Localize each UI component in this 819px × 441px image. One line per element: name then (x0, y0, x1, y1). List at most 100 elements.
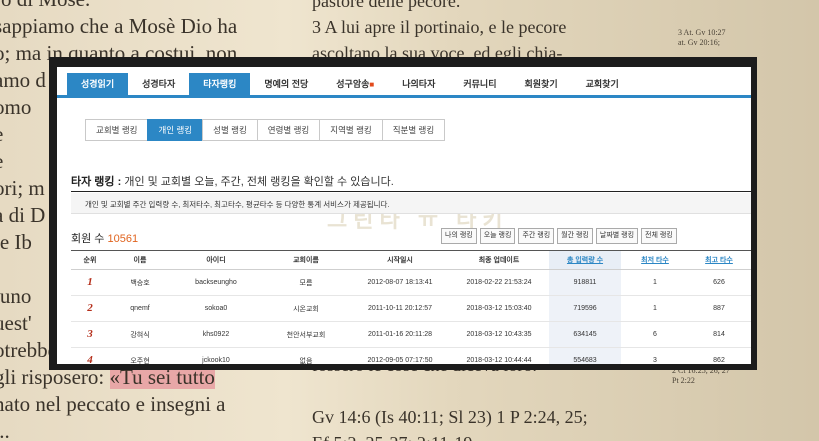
intro-text: 타자 랭킹 : 개인 및 교회별 오늘, 주간, 전체 랭킹을 확인할 수 있습… (71, 173, 394, 189)
cell-min: 1 (621, 295, 689, 322)
bible-margin-notes-top: 3 At. Gv 10:27 at. Gv 20:16; (678, 28, 726, 48)
nav-item-label: 교회찾기 (585, 79, 619, 89)
nav-item-0[interactable]: 성경읽기 (67, 73, 129, 95)
cell-total: 918811 (549, 269, 621, 296)
cell-max: 862 (689, 347, 749, 364)
cell-updated: 2018-03-12 10:44:44 (449, 347, 549, 364)
column-header: 교회이름 (261, 251, 351, 270)
table-row: 4 오주현 jckook10 없음 2012-09-05 07:17:50 2018-03… (71, 347, 751, 365)
column-header: 이름 (109, 251, 171, 270)
cell-updated: 2018-02-22 21:53:24 (449, 269, 549, 296)
rank-medal-icon: 1 (87, 276, 93, 288)
nav-item-4[interactable]: 성구암송■ (322, 73, 388, 95)
intro-title: 타자 랭킹 : (71, 176, 122, 188)
tab-4[interactable]: 지역별 랭킹 (319, 119, 382, 141)
cell-name: qnemf (109, 295, 171, 322)
rank-button-5[interactable]: 전체 랭킹 (641, 228, 677, 244)
nav-item-8[interactable]: 교회찾기 (572, 73, 633, 95)
nav-item-1[interactable]: 성경타자 (128, 73, 189, 95)
tab-1[interactable]: 개인 랭킹 (147, 119, 203, 141)
column-header[interactable]: 총 입력량 수 (549, 251, 621, 270)
intro-body: 개인 및 교회별 오늘, 주간, 전체 랭킹을 확인할 수 있습니다. (121, 176, 394, 188)
nav-item-label: 타자랭킹 (203, 79, 237, 89)
margin-reference: at. Gv 20:16; (678, 38, 720, 47)
tab-3[interactable]: 연령별 랭킹 (256, 119, 320, 141)
nav-item-label: 성경읽기 (81, 79, 115, 89)
rank-filter-buttons: 나의 랭킹 오늘 랭킹 주간 랭킹 월간 랭킹 날짜별 랭킹 전체 랭킹 (441, 228, 680, 244)
cell-start: 2012-08-07 18:13:41 (351, 269, 449, 296)
nav-item-6[interactable]: 커뮤니티 (449, 73, 510, 95)
member-count-label: 회원 수 (71, 233, 105, 245)
cell-id: backseungho (171, 269, 261, 296)
cell-min: 3 (621, 347, 689, 364)
rank-button-3[interactable]: 월간 랭킹 (557, 228, 593, 244)
cell-id: khs0922 (171, 321, 261, 348)
main-navigation: 성경읽기 성경타자 타자랭킹 명예의 전당 성구암송■ 나의타자 커뮤니티 회원찾기 교회찾기 (57, 67, 751, 105)
rank-medal-icon: 4 (87, 354, 93, 365)
bible-line: ... (0, 419, 10, 441)
browser-window: 성경읽기 성경타자 타자랭킹 명예의 전당 성구암송■ 나의타자 커뮤니티 회원찾기 교회찾기 … (49, 57, 757, 370)
cell-start: 2011-10-11 20:12:57 (351, 295, 449, 322)
cell-updated: 2018-03-12 15:03:40 (449, 295, 549, 322)
cell-church: 천안서부교회 (261, 321, 351, 348)
table-row: 1 백승호 backseungho 모름 2012-08-07 18:13:41 2018… (71, 269, 751, 296)
nav-item-label: 커뮤니티 (463, 79, 497, 89)
nav-item-3[interactable]: 명예의 전당 (250, 73, 322, 95)
cell-avg: 396 (749, 295, 751, 322)
tab-5[interactable]: 직분별 랭킹 (381, 119, 446, 141)
bible-line: sappiamo che a Mosè Dio ha (0, 14, 238, 38)
nav-item-7[interactable]: 회원찾기 (511, 73, 572, 95)
cell-rank: 3 (71, 321, 109, 348)
ranking-table: 순위이름아이디교회이름시작일시최종 업데이트총 입력량 수최저 타수최고 타수평… (71, 251, 751, 364)
cell-avg: 421 (749, 347, 751, 364)
cell-total: 719596 (549, 295, 621, 322)
tab-0[interactable]: 교회별 랭킹 (85, 119, 148, 141)
cell-start: 2011-01-16 20:11:28 (351, 321, 449, 348)
cell-avg: 345 (749, 269, 751, 296)
nav-item-label: 성구암송 (336, 79, 370, 89)
rank-medal-icon: 3 (87, 328, 93, 340)
cell-name: 오주현 (109, 347, 171, 364)
column-header[interactable]: 최고 타수 (689, 251, 749, 270)
rank-button-2[interactable]: 주간 랭킹 (518, 228, 555, 244)
cell-min: 1 (621, 269, 689, 296)
table-header-row: 순위이름아이디교회이름시작일시최종 업데이트총 입력량 수최저 타수최고 타수평… (71, 251, 751, 270)
bible-line: ro di Mose. (0, 0, 284, 13)
tab-2[interactable]: 성별 랭킹 (202, 119, 257, 141)
description-box: 개인 및 교회별 주간 입력량 수, 최저타수, 최고타수, 평균타수 등 다양… (71, 193, 751, 214)
cell-max: 814 (689, 321, 749, 348)
nav-item-5[interactable]: 나의타자 (388, 73, 449, 95)
bible-line: Gv 14:6 (Is 40:11; Sl 23) 1 P 2:24, 25; (312, 407, 588, 427)
column-header: 아이디 (171, 251, 261, 270)
table-row: 2 qnemf sokoa0 시온교회 2011-10-11 20:12:57 2018-… (71, 295, 751, 322)
table-row: 3 강혀식 khs0922 천안서부교회 2011-01-16 20:11:28 2018… (71, 321, 751, 348)
margin-reference: Pt 2:22 (672, 376, 695, 385)
column-header: 순위 (71, 251, 109, 270)
column-header: 시작일시 (351, 251, 449, 270)
nav-underline (57, 95, 751, 98)
rank-button-4[interactable]: 날짜별 랭킹 (595, 228, 639, 244)
bible-line: nato nel peccato e insegni a (0, 392, 226, 416)
cell-total: 634145 (549, 321, 621, 348)
cell-church: 시온교회 (261, 295, 351, 322)
page-content: 성경읽기 성경타자 타자랭킹 명예의 전당 성구암송■ 나의타자 커뮤니티 회원찾기 교회찾기 … (57, 67, 751, 364)
cell-rank: 1 (71, 269, 109, 296)
nav-menu: 성경읽기 성경타자 타자랭킹 명예의 전당 성구암송■ 나의타자 커뮤니티 회원찾기 교회찾기 (67, 73, 633, 95)
column-header[interactable]: 평균 타수 (749, 251, 751, 270)
cell-min: 6 (621, 321, 689, 348)
cell-updated: 2018-03-12 10:43:35 (449, 321, 549, 348)
nav-item-label: 회원찾기 (524, 79, 558, 89)
margin-reference: 3 At. Gv 10:27 (678, 28, 726, 37)
rank-medal-icon: 2 (87, 302, 93, 314)
bible-line: Ef 5:2, 25-27; 2:11-19 (312, 430, 742, 441)
description-text: 개인 및 교회별 주간 입력량 수, 최저타수, 최고타수, 평균타수 등 다양… (85, 200, 390, 209)
member-count: 회원 수 10561 (71, 230, 138, 246)
rank-button-0[interactable]: 나의 랭킹 (441, 228, 477, 244)
table-body: 1 백승호 backseungho 모름 2012-08-07 18:13:41 2018… (71, 269, 751, 365)
intro-divider (71, 191, 751, 192)
rank-button-1[interactable]: 오늘 랭킹 (479, 228, 516, 244)
column-header[interactable]: 최저 타수 (621, 251, 689, 270)
cell-id: sokoa0 (171, 295, 261, 322)
nav-item-2[interactable]: 타자랭킹 (189, 73, 251, 95)
cell-church: 없음 (261, 347, 351, 364)
